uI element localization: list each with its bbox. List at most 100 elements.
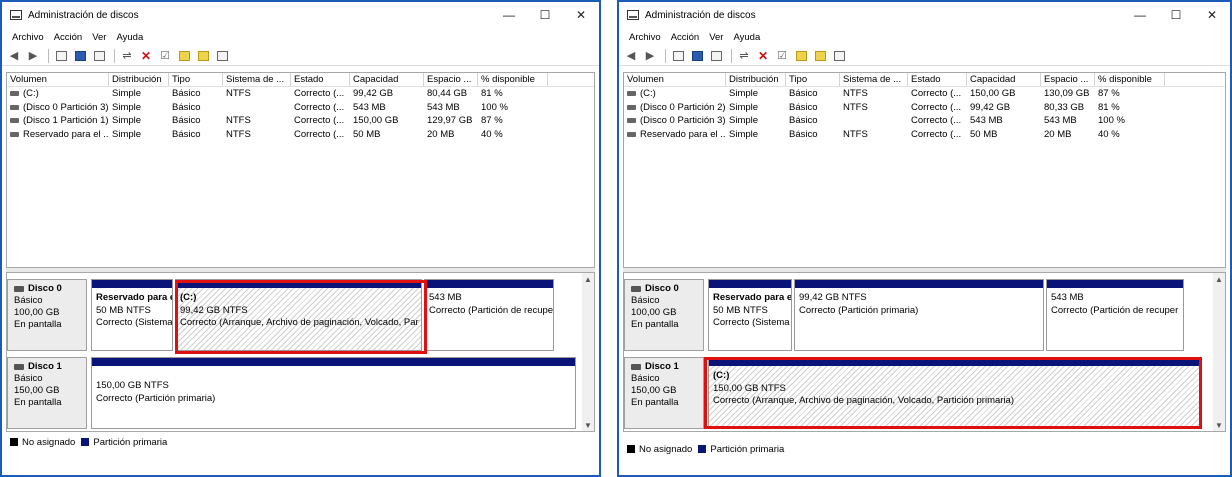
console-tree-icon[interactable] <box>53 48 69 64</box>
partition-status: Correcto (Partición de recuper <box>1051 304 1179 316</box>
disk-info[interactable]: Disco 0 Básico 100,00 GB En pantalla <box>7 279 87 351</box>
disk-info[interactable]: Disco 0 Básico 100,00 GB En pantalla <box>624 279 704 351</box>
search-folder-icon[interactable] <box>812 48 828 64</box>
minimize-button[interactable]: — <box>1122 2 1158 28</box>
forward-arrow-icon[interactable]: ▶ <box>642 48 658 64</box>
volume-layout: Simple <box>729 115 759 127</box>
column-sistema[interactable]: Sistema de ... <box>223 73 291 86</box>
partition-size: 99,42 GB NTFS <box>180 304 248 316</box>
column-distribucion[interactable]: Distribución <box>726 73 786 86</box>
disk-info[interactable]: Disco 1 Básico 150,00 GB En pantalla <box>624 357 704 429</box>
back-arrow-icon[interactable]: ◀ <box>6 48 22 64</box>
table-row[interactable]: (Disco 0 Partición 3) Simple Básico Corr… <box>7 101 594 115</box>
toolbar-separator <box>731 48 732 63</box>
partition-reserved[interactable]: Reservado para el 50 MB NTFS Correcto (S… <box>708 279 792 351</box>
partition-c[interactable]: (C:) 150,00 GB NTFS Correcto (Arranque, … <box>708 357 1200 429</box>
partition-recovery[interactable]: 543 MB Correcto (Partición de recuper <box>1046 279 1184 351</box>
connect-drive-icon[interactable]: ⇌ <box>119 48 135 64</box>
column-espacio[interactable]: Espacio ... <box>424 73 478 86</box>
menu-accion[interactable]: Acción <box>54 32 83 43</box>
volume-free: 80,33 GB <box>1044 101 1085 113</box>
partition-disk1[interactable]: 150,00 GB NTFS Correcto (Partición prima… <box>91 357 576 429</box>
console-tree-icon[interactable] <box>670 48 686 64</box>
volume-type: Básico <box>789 128 818 140</box>
table-row[interactable]: (Disco 0 Partición 3) Simple Básico Corr… <box>624 114 1225 128</box>
folder-up-icon[interactable] <box>793 48 809 64</box>
menu-ayuda[interactable]: Ayuda <box>733 32 760 43</box>
volume-status: Correcto (... <box>294 128 345 140</box>
column-estado[interactable]: Estado <box>291 73 350 86</box>
partition-reserved[interactable]: Reservado para el 50 MB NTFS Correcto (S… <box>91 279 173 351</box>
table-row[interactable]: Reservado para el ... Simple Básico NTFS… <box>7 128 594 142</box>
check-icon[interactable]: ☑ <box>774 48 790 64</box>
table-row[interactable]: (Disco 1 Partición 1) Simple Básico NTFS… <box>7 114 594 128</box>
minimize-button[interactable]: — <box>491 2 527 28</box>
check-icon[interactable]: ☑ <box>157 48 173 64</box>
volume-layout: Simple <box>112 128 142 140</box>
volume-free: 130,09 GB <box>1044 88 1090 100</box>
help-icon[interactable] <box>72 48 88 64</box>
help-icon[interactable] <box>689 48 705 64</box>
column-tipo[interactable]: Tipo <box>786 73 840 86</box>
column-espacio[interactable]: Espacio ... <box>1041 73 1095 86</box>
menu-ayuda[interactable]: Ayuda <box>116 32 143 43</box>
menu-accion[interactable]: Acción <box>671 32 700 43</box>
partition-disk0-p2[interactable]: 99,42 GB NTFS Correcto (Partición primar… <box>794 279 1044 351</box>
close-button[interactable]: ✕ <box>563 2 599 28</box>
volume-name: (Disco 0 Partición 3) <box>640 115 726 127</box>
column-disponible[interactable]: % disponible <box>478 73 548 86</box>
column-capacidad[interactable]: Capacidad <box>967 73 1041 86</box>
table-row[interactable]: (C:) Simple Básico NTFS Correcto (... 15… <box>624 87 1225 101</box>
menu-archivo[interactable]: Archivo <box>12 32 44 43</box>
scroll-up-icon[interactable]: ▲ <box>1213 273 1225 285</box>
column-estado[interactable]: Estado <box>908 73 967 86</box>
delete-icon[interactable]: ✕ <box>138 48 154 64</box>
column-distribucion[interactable]: Distribución <box>109 73 169 86</box>
volume-type: Básico <box>172 128 201 140</box>
column-sistema[interactable]: Sistema de ... <box>840 73 908 86</box>
forward-arrow-icon[interactable]: ▶ <box>25 48 41 64</box>
scroll-down-icon[interactable]: ▼ <box>582 419 594 431</box>
column-disponible[interactable]: % disponible <box>1095 73 1165 86</box>
table-row[interactable]: Reservado para el ... Simple Básico NTFS… <box>624 128 1225 142</box>
menu-archivo[interactable]: Archivo <box>629 32 661 43</box>
title-bar: Administración de discos — ☐ ✕ <box>619 2 1230 28</box>
partition-size: 50 MB NTFS <box>96 304 151 316</box>
table-row[interactable]: (Disco 0 Partición 2) Simple Básico NTFS… <box>624 101 1225 115</box>
partition-name: Reservado para el <box>713 292 792 303</box>
maximize-button[interactable]: ☐ <box>527 2 563 28</box>
disk-management-window-before: Administración de discos — ☐ ✕ Archivo A… <box>0 0 601 477</box>
disk-info[interactable]: Disco 1 Básico 150,00 GB En pantalla <box>7 357 87 429</box>
scroll-down-icon[interactable]: ▼ <box>1213 419 1225 431</box>
volume-capacity: 50 MB <box>353 128 381 140</box>
vertical-scrollbar[interactable]: ▲ ▼ <box>582 273 594 431</box>
vertical-scrollbar[interactable]: ▲ ▼ <box>1213 273 1225 431</box>
partition-status: Correcto (Partición primaria) <box>96 392 216 404</box>
properties-icon[interactable] <box>708 48 724 64</box>
disk-icon <box>631 286 641 292</box>
delete-icon[interactable]: ✕ <box>755 48 771 64</box>
partition-c[interactable]: (C:) 99,42 GB NTFS Correcto (Arranque, A… <box>175 279 422 351</box>
unallocated-swatch <box>627 445 635 453</box>
scroll-up-icon[interactable]: ▲ <box>582 273 594 285</box>
menu-ver[interactable]: Ver <box>709 32 723 43</box>
column-volumen[interactable]: Volumen <box>624 73 726 86</box>
maximize-button[interactable]: ☐ <box>1158 2 1194 28</box>
list-view-icon[interactable] <box>831 48 847 64</box>
list-view-icon[interactable] <box>214 48 230 64</box>
volume-status: Correcto (... <box>911 115 962 127</box>
search-folder-icon[interactable] <box>195 48 211 64</box>
properties-icon[interactable] <box>91 48 107 64</box>
column-capacidad[interactable]: Capacidad <box>350 73 424 86</box>
column-tipo[interactable]: Tipo <box>169 73 223 86</box>
close-button[interactable]: ✕ <box>1194 2 1230 28</box>
window-title: Administración de discos <box>645 9 756 21</box>
partition-recovery[interactable]: 543 MB Correcto (Partición de recuper <box>424 279 554 351</box>
connect-drive-icon[interactable]: ⇌ <box>736 48 752 64</box>
menu-ver[interactable]: Ver <box>92 32 106 43</box>
back-arrow-icon[interactable]: ◀ <box>623 48 639 64</box>
column-volumen[interactable]: Volumen <box>7 73 109 86</box>
table-row[interactable]: (C:) Simple Básico NTFS Correcto (... 99… <box>7 87 594 101</box>
disk-name: Disco 0 <box>28 283 62 294</box>
folder-up-icon[interactable] <box>176 48 192 64</box>
